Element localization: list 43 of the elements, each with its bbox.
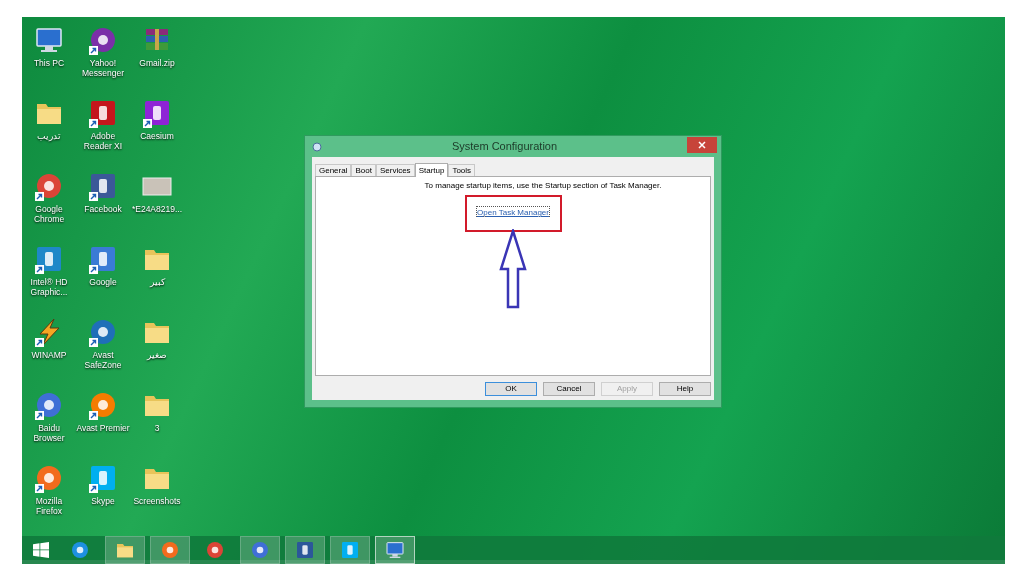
tab[interactable]: Boot (351, 164, 376, 176)
tab[interactable]: Startup (414, 163, 449, 177)
taskbar-button[interactable] (240, 536, 280, 564)
taskbar-button[interactable] (285, 536, 325, 564)
message-text: To manage startup items, use the Startup section of Task Manager. (424, 180, 662, 192)
tab[interactable]: General (315, 164, 352, 176)
desktop-icon-label[interactable]: Avast SafeZone (76, 350, 130, 370)
desktop-icon-label[interactable]: Intel® HD Graphic... (22, 277, 76, 297)
desktop-icon-label[interactable]: صغير (130, 350, 184, 360)
desktop-icon-label[interactable]: Screenshots (130, 496, 184, 506)
task-manager-link[interactable]: Open Task Manager (476, 206, 550, 217)
desktop-icon-label[interactable]: Yahoo! Messenger (76, 58, 130, 78)
tab[interactable]: Tools (448, 164, 476, 176)
desktop-icon-label[interactable]: Avast Premier (76, 423, 130, 433)
tab[interactable]: Services (375, 164, 415, 176)
desktop-icon-label[interactable]: 3 (130, 423, 184, 433)
window-title: System Configuration (450, 139, 559, 155)
desktop-icon-label[interactable]: Caesium (130, 131, 184, 141)
desktop-icon-label[interactable]: Facebook (76, 204, 130, 214)
desktop-icon-label[interactable]: Google Chrome (22, 204, 76, 224)
desktop-icon-label[interactable]: Mozilla Firefox (22, 496, 76, 516)
desktop-icon-label[interactable]: This PC (22, 58, 76, 68)
taskbar-button[interactable] (150, 536, 190, 564)
close-button[interactable] (687, 137, 717, 153)
desktop-icon-label[interactable]: كبير (130, 277, 184, 287)
desktop-icon-label[interactable]: WINAMP (22, 350, 76, 360)
desktop-icon-label[interactable]: Adobe Reader XI (76, 131, 130, 151)
taskbar-button[interactable] (105, 536, 145, 564)
desktop-icon-label[interactable]: Google (76, 277, 130, 287)
desktop-icon-label[interactable]: Gmail.zip (130, 58, 184, 68)
taskbar-button[interactable] (375, 536, 415, 564)
windows-logo-icon (33, 542, 49, 558)
dialog-button[interactable]: Cancel (543, 382, 595, 396)
desktop-icon-label[interactable]: Skype (76, 496, 130, 506)
dialog-button[interactable]: Help (659, 382, 711, 396)
monitor-icon (385, 540, 405, 560)
dialog-button[interactable]: OK (485, 382, 537, 396)
close-icon (698, 141, 706, 149)
desktop-icon-label[interactable]: Baidu Browser (22, 423, 76, 443)
desktop-icon-label[interactable]: *E24A8219... (130, 204, 184, 214)
desktop-icon-label[interactable]: تدريب (22, 131, 76, 141)
app-icon (312, 141, 322, 152)
taskbar-button[interactable] (330, 536, 370, 564)
